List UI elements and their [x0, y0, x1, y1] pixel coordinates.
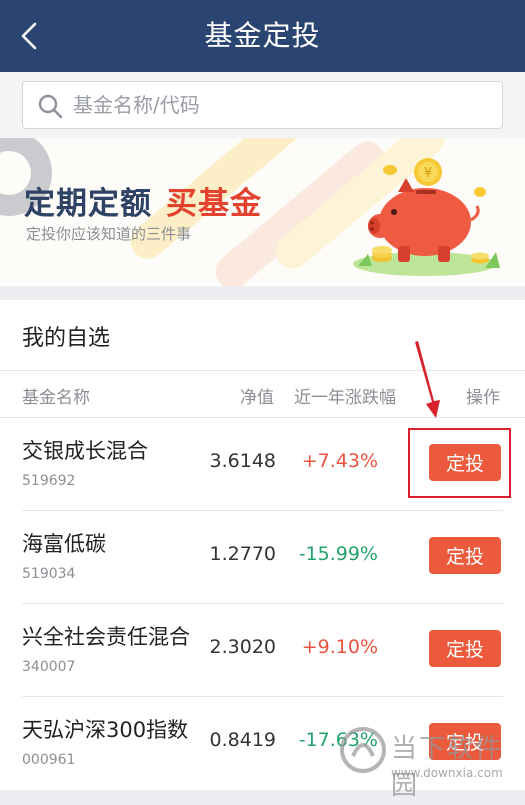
- invest-button[interactable]: 定投: [429, 630, 501, 667]
- search-bar: 基金名称/代码: [0, 72, 525, 138]
- column-header-name: 基金名称: [22, 388, 90, 408]
- banner-subtitle: 定投你应该知道的三件事: [26, 225, 192, 243]
- fund-change: +7.43%: [301, 450, 378, 472]
- search-placeholder: 基金名称/代码: [73, 93, 200, 117]
- fund-row[interactable]: 交银成长混合 519692 3.6148 +7.43% 定投: [0, 417, 525, 510]
- fund-row[interactable]: 天弘沪深300指数 000961 0.8419 -17.63% 定投: [0, 696, 525, 789]
- fund-code: 340007: [22, 659, 76, 675]
- fund-nav: 0.8419: [209, 729, 276, 751]
- fund-nav: 1.2770: [209, 543, 276, 565]
- fund-name: 兴全社会责任混合: [22, 625, 190, 649]
- fund-code: 000961: [22, 752, 76, 768]
- section-title: 我的自选: [22, 326, 111, 351]
- column-header-nav: 净值: [240, 388, 274, 408]
- search-input[interactable]: 基金名称/代码: [22, 81, 503, 129]
- fund-code: 519692: [22, 473, 76, 489]
- invest-button[interactable]: 定投: [429, 723, 501, 760]
- svg-text:¥: ¥: [424, 166, 432, 181]
- invest-button[interactable]: 定投: [429, 537, 501, 574]
- invest-button[interactable]: 定投: [429, 444, 501, 481]
- search-icon: [38, 94, 63, 119]
- banner-title-highlight: 买基金: [166, 186, 262, 222]
- column-header-change: 近一年涨跌幅: [294, 388, 396, 408]
- fund-change: +9.10%: [301, 636, 378, 658]
- fund-code: 519034: [22, 566, 76, 582]
- promo-banner[interactable]: 定期定额 买基金 定投你应该知道的三件事 ¥: [0, 138, 525, 286]
- fund-change: -17.63%: [298, 729, 378, 751]
- banner-title: 定期定额: [24, 186, 152, 222]
- fund-change: -15.99%: [298, 543, 378, 565]
- piggy-bank-coins-icon: ¥: [353, 158, 500, 276]
- fund-nav: 3.6148: [209, 450, 276, 472]
- fund-name: 海富低碳: [22, 532, 106, 556]
- watchlist-card: 我的自选 基金名称 净值 近一年涨跌幅 操作 交银成长混合 519692 3.6…: [0, 300, 525, 790]
- fund-name: 天弘沪深300指数: [22, 718, 189, 742]
- fund-row[interactable]: 兴全社会责任混合 340007 2.3020 +9.10% 定投: [0, 603, 525, 696]
- divider: [0, 370, 525, 371]
- fund-nav: 2.3020: [209, 636, 276, 658]
- column-header-action: 操作: [466, 388, 500, 408]
- app-header: 基金定投: [0, 0, 525, 72]
- page-title: 基金定投: [204, 19, 321, 52]
- fund-name: 交银成长混合: [22, 439, 148, 463]
- fund-row[interactable]: 海富低碳 519034 1.2770 -15.99% 定投: [0, 510, 525, 603]
